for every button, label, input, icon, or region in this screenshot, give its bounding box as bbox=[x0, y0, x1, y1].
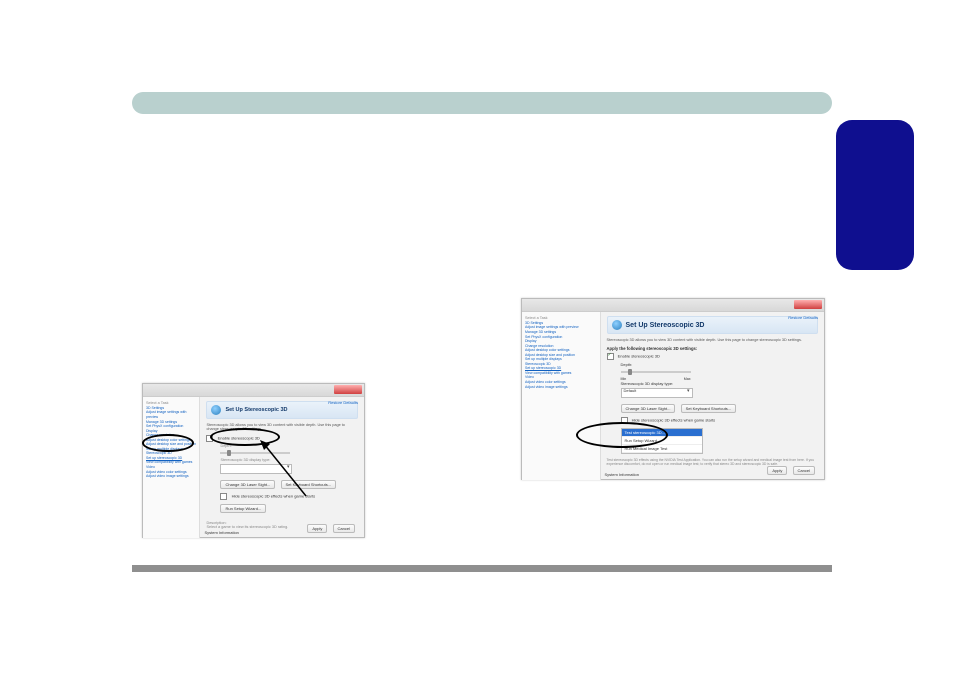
page-side-badge bbox=[836, 120, 914, 270]
checkbox-icon[interactable] bbox=[206, 435, 213, 442]
checkbox-icon[interactable] bbox=[621, 417, 628, 424]
page-subtitle: Stereoscopic 3D allows you to view 3D co… bbox=[607, 338, 818, 342]
change-laser-button[interactable]: Change 3D Laser Sight... bbox=[220, 480, 275, 489]
change-laser-button[interactable]: Change 3D Laser Sight... bbox=[621, 404, 676, 413]
close-icon[interactable] bbox=[794, 300, 822, 309]
apply-button[interactable]: Apply bbox=[767, 466, 787, 475]
enable-3d-row[interactable]: Enable stereoscopic 3D bbox=[607, 353, 818, 360]
enable-3d-row[interactable]: Enable stereoscopic 3D bbox=[206, 435, 358, 442]
test-dropdown-list[interactable]: Test stereoscopic 3D... Run Setup Wizard… bbox=[621, 428, 703, 454]
window-titlebar bbox=[522, 299, 824, 312]
list-item[interactable]: Run Medical Image Test bbox=[622, 445, 702, 453]
task-sidebar: Select a Task 3D Settings Adjust image s… bbox=[522, 312, 601, 480]
apply-button[interactable]: Apply bbox=[307, 524, 327, 533]
sidebar-item[interactable]: Adjust video image settings bbox=[525, 385, 597, 390]
restore-defaults-link[interactable]: Restore Defaults bbox=[328, 400, 358, 405]
keyboard-shortcuts-button[interactable]: Set Keyboard Shortcuts... bbox=[681, 404, 737, 413]
page-banner: Set Up Stereoscopic 3D Restore Defaults bbox=[607, 316, 818, 334]
depth-max-label: Max bbox=[684, 377, 691, 381]
hide-effects-label: Hide stereoscopic 3D effects when game s… bbox=[632, 418, 716, 423]
display-type-select[interactable] bbox=[220, 464, 292, 474]
display-type-label: Stereoscopic 3D display type: bbox=[621, 381, 818, 386]
depth-slider[interactable] bbox=[621, 371, 691, 373]
display-type-select[interactable]: Default bbox=[621, 388, 693, 398]
restore-defaults-link[interactable]: Restore Defaults bbox=[788, 315, 818, 320]
sidebar-item[interactable]: Adjust video image settings bbox=[146, 474, 196, 479]
depth-label: Depth: bbox=[621, 362, 818, 367]
stereo3d-icon bbox=[612, 320, 622, 330]
page-subtitle: Stereoscopic 3D allows you to view 3D co… bbox=[206, 423, 358, 431]
cancel-button[interactable]: Cancel bbox=[333, 524, 355, 533]
display-type-label: Stereoscopic 3D display type: bbox=[220, 458, 358, 462]
stereo3d-icon bbox=[211, 405, 221, 415]
hide-effects-label: Hide stereoscopic 3D effects when game s… bbox=[232, 494, 316, 499]
content-pane: Set Up Stereoscopic 3D Restore Defaults … bbox=[601, 312, 824, 480]
run-wizard-button[interactable]: Run Setup Wizard... bbox=[220, 504, 266, 513]
page-title: Set Up Stereoscopic 3D bbox=[225, 407, 287, 413]
hide-effects-row[interactable]: Hide stereoscopic 3D effects when game s… bbox=[621, 417, 818, 424]
depth-slider[interactable] bbox=[220, 452, 290, 454]
nvidia-panel-screenshot-1: Select a Task 3D Settings Adjust image s… bbox=[142, 383, 365, 538]
list-item[interactable]: Run Setup Wizard bbox=[622, 437, 702, 445]
task-sidebar: Select a Task 3D Settings Adjust image s… bbox=[143, 397, 200, 538]
page-banner: Set Up Stereoscopic 3D Restore Defaults bbox=[206, 401, 358, 419]
enable-3d-label: Enable stereoscopic 3D bbox=[618, 354, 660, 359]
close-icon[interactable] bbox=[334, 385, 362, 394]
content-pane: Set Up Stereoscopic 3D Restore Defaults … bbox=[200, 397, 364, 538]
cancel-button[interactable]: Cancel bbox=[793, 466, 815, 475]
apply-settings-label: Apply the following stereoscopic 3D sett… bbox=[607, 346, 818, 351]
page-header-bar bbox=[132, 92, 832, 114]
hide-effects-row[interactable]: Hide stereoscopic 3D effects when game s… bbox=[220, 493, 358, 500]
sidebar-item[interactable]: Adjust image settings with preview bbox=[146, 410, 196, 419]
depth-label: Depth: bbox=[220, 444, 358, 448]
nvidia-panel-screenshot-2: Select a Task 3D Settings Adjust image s… bbox=[521, 298, 825, 480]
checkbox-icon[interactable] bbox=[607, 353, 614, 360]
keyboard-shortcuts-button[interactable]: Set Keyboard Shortcuts... bbox=[281, 480, 337, 489]
enable-3d-label: Enable stereoscopic 3D bbox=[218, 436, 260, 441]
window-titlebar bbox=[143, 384, 364, 397]
system-info-link[interactable]: System Information bbox=[204, 530, 238, 535]
page-footer-rule bbox=[132, 565, 832, 572]
list-item[interactable]: Test stereoscopic 3D... bbox=[622, 429, 702, 437]
display-type-value: Default bbox=[622, 388, 637, 393]
system-info-link[interactable]: System Information bbox=[605, 472, 639, 477]
page-title: Set Up Stereoscopic 3D bbox=[626, 322, 705, 329]
checkbox-icon[interactable] bbox=[220, 493, 227, 500]
